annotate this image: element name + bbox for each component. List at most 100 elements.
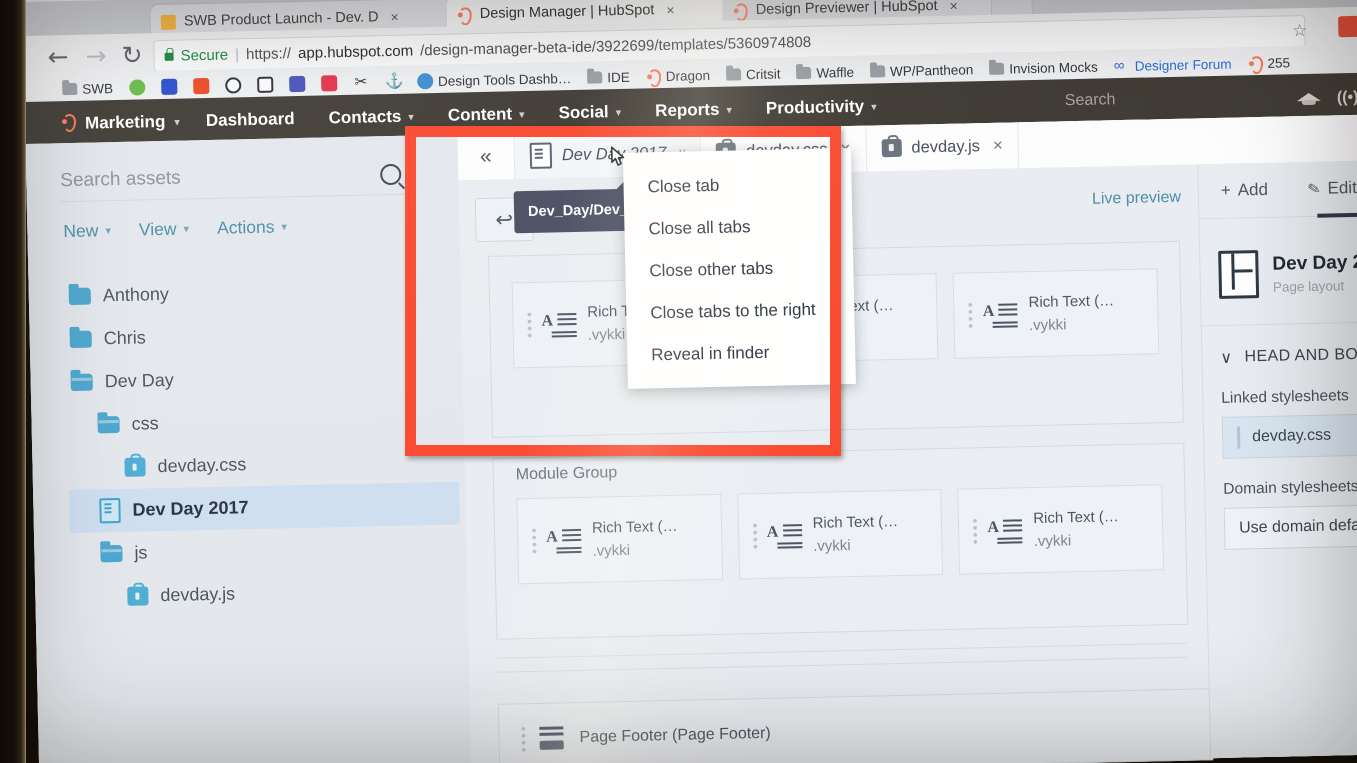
nav-label: Reports (654, 99, 720, 121)
bookmark-label: 255 (1267, 54, 1291, 71)
bookmark-teams[interactable] (281, 75, 313, 93)
bookmark-scissors[interactable]: ✂ (345, 73, 377, 91)
graduation-cap-icon[interactable] (1297, 90, 1321, 107)
module-card-page-footer[interactable]: Page Footer (Page Footer) (497, 688, 1214, 763)
bookmark-label: Design Tools Dashb… (437, 70, 572, 89)
nav-item-reports[interactable]: Reports ▾ (655, 100, 732, 122)
bookmark-dragon[interactable]: Dragon (638, 67, 719, 84)
github-icon (224, 77, 242, 94)
section-label: HEAD AND BODY (1244, 345, 1357, 366)
module-title: Rich Text (… (1033, 507, 1119, 527)
bookmark-calendar-blue[interactable] (153, 78, 185, 95)
linkedin-icon (320, 75, 338, 92)
module-group-bottom[interactable]: Module Group A Rich Text (… .vykki A Ric… (492, 442, 1189, 640)
drag-handle[interactable] (531, 526, 537, 555)
drag-handle[interactable] (973, 517, 978, 546)
hubspot-sprocket-icon (733, 3, 748, 18)
bookmark-swb[interactable]: SWB (54, 80, 121, 96)
drag-handle[interactable] (521, 725, 526, 754)
forward-button[interactable]: → (85, 41, 107, 70)
nav-item-productivity[interactable]: Productivity ▾ (766, 96, 877, 118)
module-subtitle: .vykki (812, 537, 851, 555)
module-group-label: Module Group (515, 464, 618, 484)
bookmark-anchor[interactable]: ⚓ (377, 73, 409, 91)
plus-icon: + (1220, 180, 1231, 200)
drag-handle[interactable] (1236, 426, 1241, 449)
browser-tab-2-title: Design Manager | HubSpot (479, 2, 655, 23)
close-icon[interactable]: × (949, 0, 958, 14)
actions-menu-button[interactable]: Actions ▾ (217, 216, 287, 239)
add-button[interactable]: + Add (1221, 180, 1269, 201)
close-icon[interactable]: × (390, 9, 399, 25)
search-assets-field[interactable]: Search assets (59, 153, 416, 203)
folder-icon (160, 14, 177, 30)
pencil-icon: ✎ (1306, 179, 1323, 199)
module-title: Rich Text (… (812, 512, 899, 532)
nav-item-contacts[interactable]: Contacts ▾ (328, 106, 414, 128)
hubspot-brand[interactable]: Marketing ▾ (61, 112, 180, 135)
browser-tab-1-title: SWB Product Launch - Dev. D (183, 9, 379, 30)
broadcast-icon[interactable]: ((•)) (1337, 88, 1357, 107)
nav-search-input[interactable]: Search (1065, 91, 1116, 110)
gmail-ext-icon[interactable] (1338, 15, 1357, 38)
domain-stylesheets-field[interactable]: Use domain default (1223, 503, 1357, 550)
new-menu-button[interactable]: New ▾ (63, 220, 111, 242)
folder-icon (62, 82, 78, 96)
bookmark-255[interactable]: 255 (1239, 55, 1298, 71)
bookmark-green-dot[interactable] (121, 79, 153, 96)
linked-stylesheets-field[interactable]: devday.css (1221, 412, 1357, 459)
search-input[interactable]: Search assets (60, 168, 181, 193)
section-head-and-body[interactable]: ∨ HEAD AND BODY (1202, 321, 1357, 368)
folder-icon (869, 65, 886, 78)
bookmark-linkedin[interactable] (313, 75, 345, 92)
back-button[interactable]: ← (47, 42, 69, 71)
bookmark-wp-pantheon[interactable]: WP/Pantheon (862, 62, 982, 80)
bookmark-github-alt[interactable] (249, 76, 281, 93)
chevron-down-icon: ▾ (105, 225, 112, 238)
bookmark-waffle[interactable]: Waffle (788, 64, 862, 81)
tree-item-devday-js[interactable]: devday.js (71, 568, 462, 619)
nav-item-social[interactable]: Social ▾ (558, 102, 621, 123)
bookmark-designer-forum[interactable]: ∞ Designer Forum (1106, 55, 1240, 74)
tree-item-label: css (131, 413, 159, 434)
nav-item-dashboard[interactable]: Dashboard (206, 109, 295, 131)
edit-button[interactable]: ✎ Edit (1306, 178, 1357, 199)
reload-button[interactable]: ↻ (121, 40, 143, 69)
asset-tree: Anthony Chris Dev Day css devday.css Dev… (64, 267, 461, 619)
bookmark-design-tools[interactable]: Design Tools Dashb… (409, 70, 580, 90)
locked-file-icon (124, 457, 146, 477)
inspector-title-block: Dev Day 2017 Page layout (1272, 251, 1357, 295)
hubspot-sprocket-icon (457, 7, 472, 22)
drag-handle[interactable] (968, 301, 974, 330)
locked-file-icon (127, 586, 149, 606)
view-menu-button[interactable]: View ▾ (139, 218, 190, 240)
module-title: Rich Text (… (1028, 292, 1115, 311)
bookmark-invision-mocks[interactable]: Invision Mocks (981, 59, 1106, 77)
url-scheme: https:// (245, 44, 292, 63)
live-preview-link[interactable]: Live preview (1092, 189, 1181, 209)
module-card-rich-text-3[interactable]: A Rich Text (… .vykki (952, 268, 1160, 359)
module-card-text: Rich Text (… .vykki (812, 510, 899, 558)
close-icon[interactable]: × (993, 136, 1003, 156)
ide-tab-devday-js[interactable]: devday.js × (865, 122, 1020, 172)
active-tab-indicator (1317, 211, 1357, 218)
bookmark-github[interactable] (217, 77, 249, 94)
bookmark-calendar-red[interactable] (185, 77, 217, 95)
url-path: /design-manager-beta-ide/3922699/templat… (419, 33, 812, 59)
close-icon[interactable]: × (666, 2, 675, 18)
nav-item-content[interactable]: Content ▾ (448, 104, 525, 126)
bookmark-star-icon[interactable]: ☆ (1292, 21, 1308, 41)
teams-icon (288, 75, 306, 93)
canvas-divider (497, 656, 1187, 673)
nav-label: Contacts (328, 106, 402, 128)
module-card-text: Rich Text (… .vykki (1033, 505, 1120, 553)
module-card-rich-text-6[interactable]: A Rich Text (… .vykki (957, 484, 1165, 575)
drag-handle[interactable] (752, 522, 758, 551)
module-card-text: Rich Text (… .vykki (592, 515, 679, 563)
green-dot-icon (128, 79, 146, 96)
bookmark-ide[interactable]: IDE (579, 69, 638, 85)
module-card-rich-text-4[interactable]: A Rich Text (… .vykki (516, 493, 723, 585)
bookmark-critsit[interactable]: Critsit (718, 66, 789, 83)
search-icon[interactable] (380, 163, 402, 185)
module-card-rich-text-5[interactable]: A Rich Text (… .vykki (736, 489, 944, 580)
